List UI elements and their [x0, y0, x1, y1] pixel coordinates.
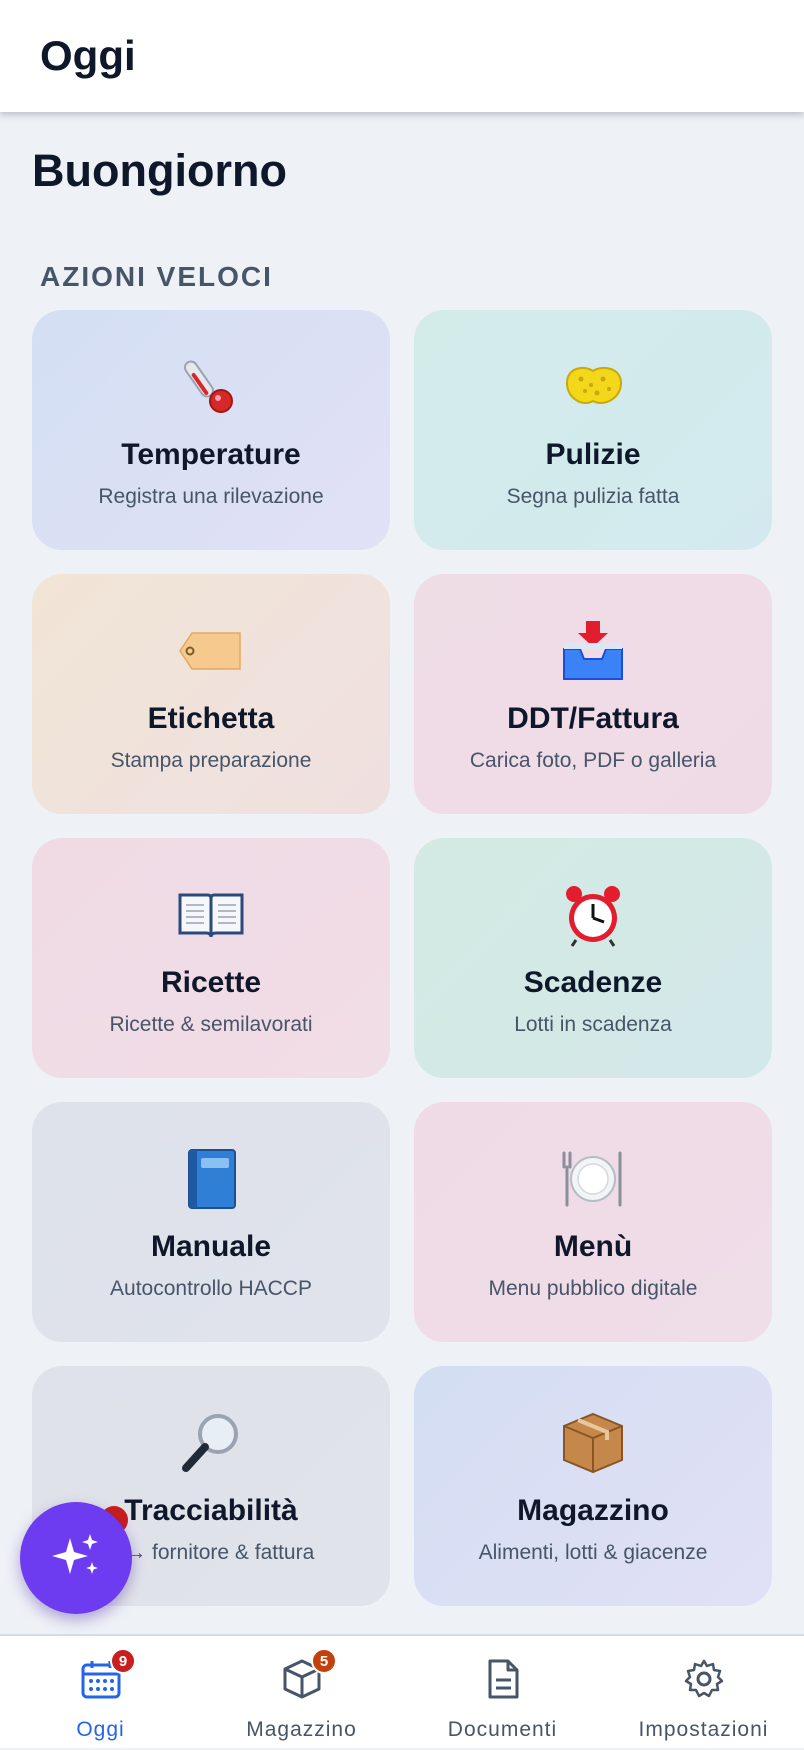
sponge-icon — [414, 352, 772, 422]
tab-documenti[interactable]: Documenti — [402, 1636, 603, 1750]
card-title: Etichetta — [147, 702, 275, 735]
quick-action-ddt-fattura[interactable]: DDT/Fattura Carica foto, PDF o galleria — [414, 574, 772, 814]
quick-action-scadenze[interactable]: Scadenze Lotti in scadenza — [414, 838, 772, 1078]
card-subtitle: Registra una rilevazione — [98, 485, 324, 508]
plate-cutlery-icon — [414, 1144, 772, 1214]
section-label-quick-actions: AZIONI VELOCI — [40, 261, 273, 292]
quick-action-ricette[interactable]: Ricette Ricette & semilavorati — [32, 838, 390, 1078]
quick-action-magazzino[interactable]: Magazzino Alimenti, lotti & giacenze — [414, 1366, 772, 1606]
card-title: Ricette — [160, 966, 262, 999]
card-subtitle: Alimenti, lotti & giacenze — [478, 1541, 708, 1564]
card-subtitle: Stampa preparazione — [110, 749, 312, 772]
card-subtitle: Lotti in scadenza — [514, 1013, 672, 1036]
quick-action-menu[interactable]: Menù Menu pubblico digitale — [414, 1102, 772, 1342]
document-icon — [482, 1658, 524, 1700]
tab-label: Oggi — [76, 1718, 125, 1741]
page-title: Oggi — [40, 32, 136, 79]
magnifier-icon — [32, 1408, 390, 1478]
card-title: DDT/Fattura — [507, 702, 679, 735]
quick-action-etichetta[interactable]: Etichetta Stampa preparazione — [32, 574, 390, 814]
tab-label: Documenti — [447, 1718, 558, 1741]
inbox-tray-icon — [414, 616, 772, 686]
card-title: Manuale — [150, 1230, 272, 1263]
tab-oggi[interactable]: 9 Oggi — [0, 1636, 201, 1750]
alarm-clock-icon — [414, 880, 772, 950]
tab-impostazioni[interactable]: Impostazioni — [603, 1636, 804, 1750]
gear-icon — [683, 1658, 725, 1700]
card-subtitle: Menu pubblico digitale — [488, 1277, 698, 1300]
quick-action-temperature[interactable]: Temperature Registra una rilevazione — [32, 310, 390, 550]
quick-action-pulizie[interactable]: Pulizie Segna pulizia fatta — [414, 310, 772, 550]
open-book-icon — [32, 880, 390, 950]
card-title: Menù — [553, 1230, 633, 1263]
ai-assistant-button[interactable] — [20, 1502, 132, 1614]
tab-magazzino[interactable]: 5 Magazzino — [201, 1636, 402, 1750]
card-subtitle: Segna pulizia fatta — [506, 485, 680, 508]
card-title: Temperature — [121, 438, 301, 471]
thermometer-icon — [32, 352, 390, 422]
notification-badge: 9 — [110, 1648, 136, 1674]
notification-badge: 5 — [311, 1648, 337, 1674]
greeting-heading: Buongiorno — [32, 145, 287, 196]
card-title: Scadenze — [523, 966, 663, 999]
card-title: Pulizie — [545, 438, 641, 471]
bottom-navigation: 9 Oggi 5 Magazzino Documenti Impostazion… — [0, 1634, 804, 1748]
card-subtitle: Autocontrollo HACCP — [110, 1277, 312, 1300]
tag-icon — [32, 616, 390, 686]
card-subtitle: Ricette & semilavorati — [109, 1013, 313, 1036]
card-title: Magazzino — [517, 1494, 669, 1527]
tab-label: Magazzino — [246, 1718, 357, 1741]
card-subtitle: Carica foto, PDF o galleria — [469, 749, 717, 772]
quick-action-manuale[interactable]: Manuale Autocontrollo HACCP — [32, 1102, 390, 1342]
sparkles-icon — [48, 1528, 104, 1589]
tab-label: Impostazioni — [638, 1718, 769, 1741]
top-app-bar: Oggi — [0, 0, 804, 112]
blue-book-icon — [32, 1144, 390, 1214]
package-icon — [414, 1408, 772, 1478]
